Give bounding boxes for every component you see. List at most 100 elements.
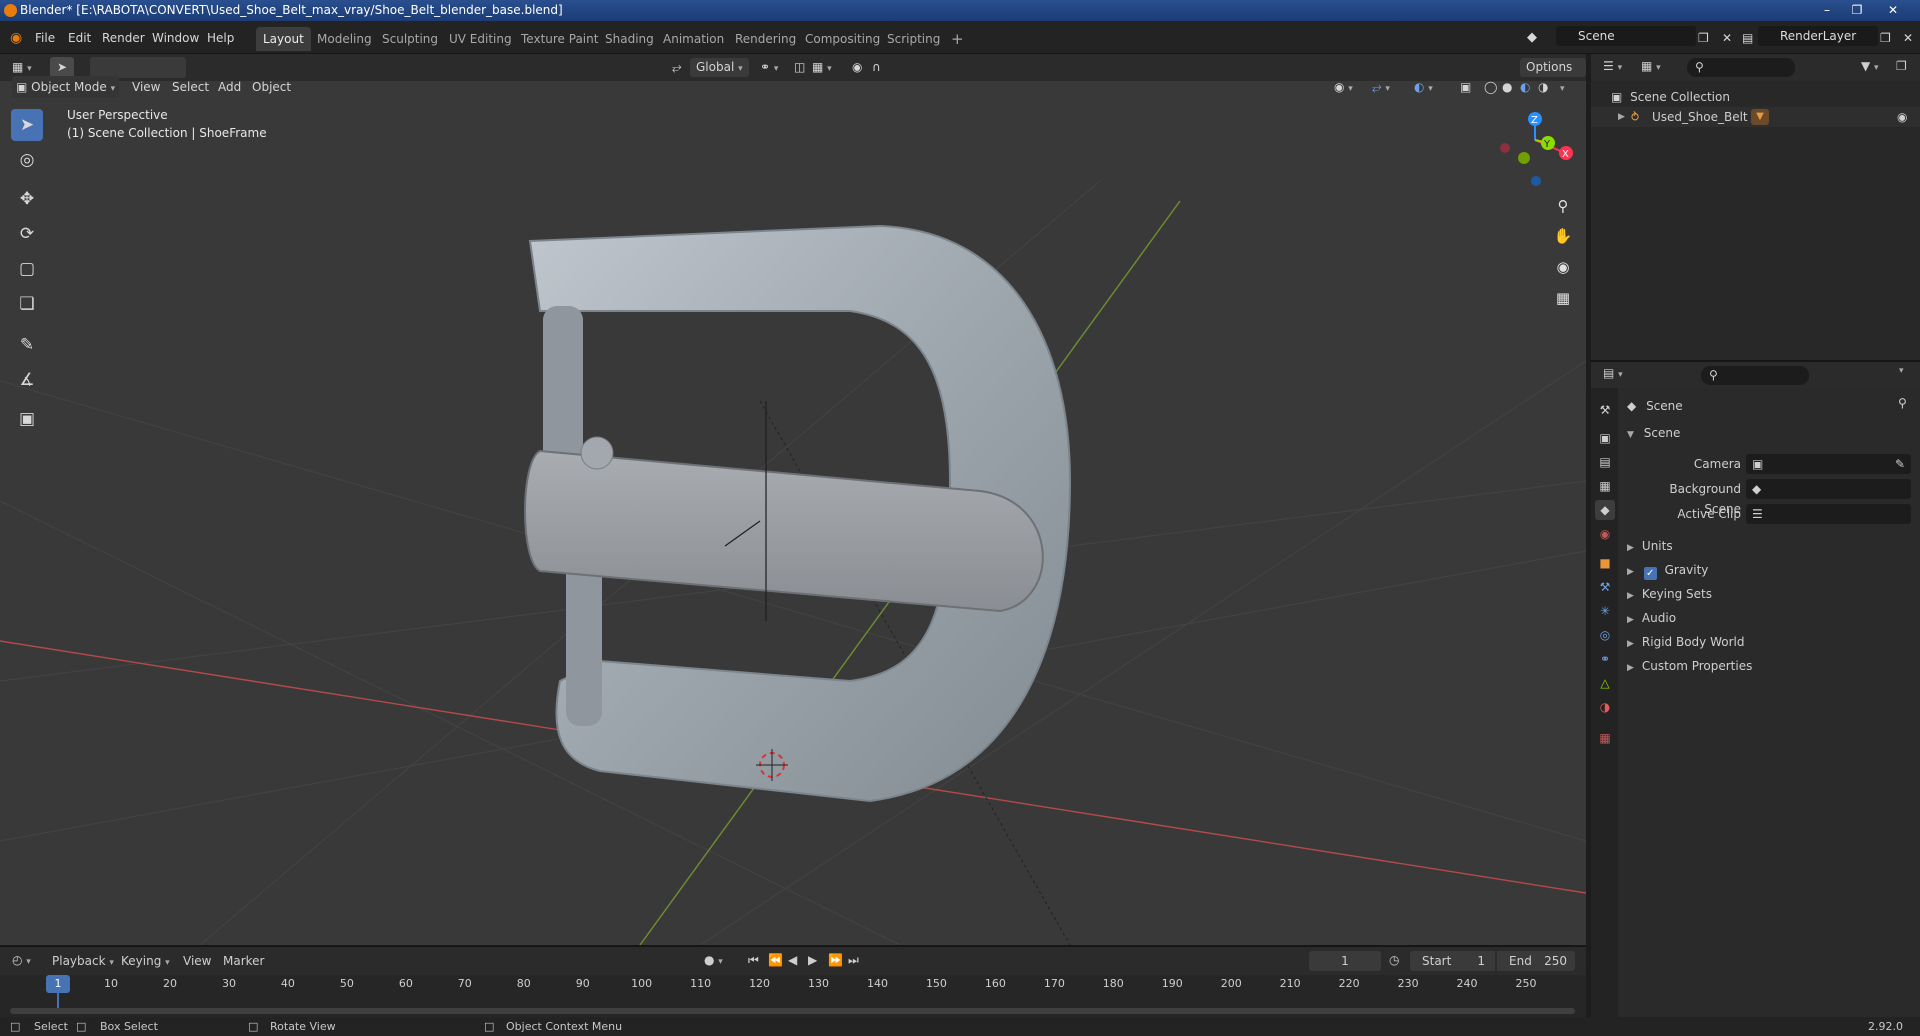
menu-help[interactable]: Help: [207, 26, 234, 50]
view-layer-icon[interactable]: ▤: [1742, 26, 1753, 50]
rotate-tool-icon[interactable]: ⟳: [11, 218, 43, 250]
belt-buckle-model[interactable]: [524, 224, 1072, 803]
play-reverse-icon[interactable]: ◀: [788, 953, 797, 967]
outliner-search-input[interactable]: ⚲: [1687, 58, 1795, 77]
particles-tab-icon[interactable]: ✳: [1595, 601, 1615, 621]
timeline-ruler[interactable]: 1 10 20 30 40 50 60 70 80 90 100 110 120 130 140 150 160…: [0, 975, 1586, 1017]
physics-tab-icon[interactable]: ◎: [1595, 625, 1615, 645]
new-scene-icon[interactable]: ❐: [1698, 26, 1709, 50]
add-cube-tool-icon[interactable]: ▣: [11, 403, 43, 435]
menu-render[interactable]: Render: [102, 26, 145, 50]
keying-sets-panel[interactable]: ▶ Keying Sets: [1627, 584, 1712, 604]
navigation-gizmo[interactable]: Z X Y: [1500, 112, 1573, 186]
scene-selector[interactable]: Scene: [1556, 26, 1696, 46]
tab-rendering[interactable]: Rendering: [728, 27, 803, 51]
tab-compositing[interactable]: Compositing: [798, 27, 887, 51]
ortho-toggle-icon[interactable]: ▦: [1550, 285, 1576, 311]
menu-keying[interactable]: Keying ▾: [121, 954, 170, 968]
render-tab-icon[interactable]: ▣: [1595, 428, 1615, 448]
custom-properties-panel[interactable]: ▶ Custom Properties: [1627, 656, 1752, 676]
annotate-tool-icon[interactable]: ✎: [11, 329, 43, 361]
properties-editor-icon[interactable]: ▤ ▾: [1603, 366, 1623, 380]
scene-browse-icon[interactable]: ◆: [1527, 26, 1537, 50]
tool-tab-icon[interactable]: ⚒: [1595, 400, 1615, 420]
start-frame-field[interactable]: Start 1: [1410, 951, 1495, 971]
pin-icon[interactable]: ⚲: [1898, 396, 1907, 410]
menu-add[interactable]: Add: [218, 74, 241, 101]
gravity-checkbox[interactable]: ✓: [1643, 567, 1657, 580]
menu-select[interactable]: Select: [172, 74, 209, 101]
new-layer-icon[interactable]: ❐: [1880, 26, 1891, 50]
scene-panel-header[interactable]: ▼ Scene: [1627, 423, 1680, 443]
next-keyframe-icon[interactable]: ⏩: [828, 953, 843, 967]
cursor-tool-icon[interactable]: ◎: [11, 144, 43, 176]
tab-shading[interactable]: Shading: [598, 27, 661, 51]
menu-window[interactable]: Window: [152, 26, 199, 50]
jump-end-icon[interactable]: ⏭: [848, 953, 859, 968]
audio-panel[interactable]: ▶ Audio: [1627, 608, 1676, 628]
material-tab-icon[interactable]: ◑: [1595, 697, 1615, 717]
modifiers-tab-icon[interactable]: ⚒: [1595, 577, 1615, 597]
material-shading-icon[interactable]: ◐: [1520, 74, 1530, 101]
gravity-panel[interactable]: ▶ ✓ Gravity: [1627, 560, 1708, 580]
overlays-icon[interactable]: ◐ ▾: [1414, 74, 1433, 101]
texture-tab-icon[interactable]: ▦: [1595, 728, 1615, 748]
eyedropper-icon[interactable]: ✎: [1895, 454, 1905, 474]
render-layer-selector[interactable]: RenderLayer: [1758, 26, 1878, 46]
tab-modeling[interactable]: Modeling: [310, 27, 379, 51]
3d-viewport[interactable]: Z X Y ➤ ◎ ✥ ⟳ ▢ ❏ ✎ ∡ ▣ User Perspective…: [0, 81, 1586, 945]
menu-playback[interactable]: Playback ▾: [52, 954, 114, 968]
menu-edit[interactable]: Edit: [68, 26, 91, 50]
data-tab-icon[interactable]: △: [1595, 673, 1615, 693]
end-frame-field[interactable]: End 250: [1497, 951, 1575, 971]
gizmo-toggle-icon[interactable]: ⥂ ▾: [1372, 74, 1390, 101]
scale-tool-icon[interactable]: ▢: [11, 253, 43, 285]
filter-icon[interactable]: ▼ ▾: [1861, 59, 1879, 73]
tab-uv-editing[interactable]: UV Editing: [442, 27, 519, 51]
properties-search-input[interactable]: ⚲: [1701, 366, 1809, 385]
tab-sculpting[interactable]: Sculpting: [375, 27, 445, 51]
move-tool-icon[interactable]: ✥: [11, 183, 43, 215]
units-panel[interactable]: ▶ Units: [1627, 536, 1673, 556]
visibility-eye-icon[interactable]: ◉: [1897, 107, 1907, 127]
outliner-row-used-shoe-belt[interactable]: ▶ ⥁ Used_Shoe_Belt ▼ ◉: [1591, 107, 1920, 127]
object-tab-icon[interactable]: ■: [1595, 553, 1615, 573]
constraints-tab-icon[interactable]: ⚭: [1595, 649, 1615, 669]
play-icon[interactable]: ▶: [808, 953, 817, 967]
display-mode-icon[interactable]: ▦ ▾: [1641, 59, 1661, 73]
view-layer-tab-icon[interactable]: ▦: [1595, 476, 1615, 496]
visibility-icon[interactable]: ◉ ▾: [1334, 74, 1353, 101]
minimize-icon[interactable]: –: [1814, 0, 1840, 21]
rendered-shading-icon[interactable]: ◑: [1538, 74, 1548, 101]
restore-icon[interactable]: ❐: [1844, 0, 1870, 21]
menu-timeline-view[interactable]: View: [183, 954, 211, 968]
prev-keyframe-icon[interactable]: ⏪: [768, 953, 783, 967]
delete-layer-icon[interactable]: ✕: [1903, 26, 1913, 50]
tab-texture-paint[interactable]: Texture Paint: [514, 27, 605, 51]
menu-object[interactable]: Object: [252, 74, 291, 101]
world-tab-icon[interactable]: ◉: [1595, 524, 1615, 544]
properties-options-icon[interactable]: ▾: [1899, 366, 1904, 376]
background-scene-field[interactable]: ◆: [1746, 479, 1911, 499]
jump-start-icon[interactable]: ⏮: [748, 953, 759, 968]
output-tab-icon[interactable]: ▤: [1595, 452, 1615, 472]
object-mode-dropdown[interactable]: ▣ Object Mode ▾: [12, 76, 120, 98]
shading-options-icon[interactable]: ▾: [1560, 74, 1565, 101]
menu-file[interactable]: File: [35, 26, 55, 50]
current-frame-field[interactable]: 1: [1309, 951, 1381, 971]
rigid-body-world-panel[interactable]: ▶ Rigid Body World: [1627, 632, 1744, 652]
zoom-icon[interactable]: ⚲: [1550, 193, 1576, 219]
outliner-editor-icon[interactable]: ☰ ▾: [1603, 59, 1622, 73]
transform-tool-icon[interactable]: ❏: [11, 288, 43, 320]
timeline-editor-icon[interactable]: ◴ ▾: [12, 953, 31, 967]
close-icon[interactable]: ✕: [1880, 0, 1906, 21]
active-clip-field[interactable]: ☰: [1746, 504, 1911, 524]
xray-icon[interactable]: ▣: [1460, 74, 1471, 101]
measure-tool-icon[interactable]: ∡: [11, 364, 43, 396]
preview-range-icon[interactable]: ◷: [1389, 953, 1399, 967]
menu-marker[interactable]: Marker: [223, 954, 264, 968]
new-collection-icon[interactable]: ❐: [1896, 59, 1907, 73]
tab-scripting[interactable]: Scripting: [880, 27, 947, 51]
camera-field[interactable]: ▣ ✎: [1746, 454, 1911, 474]
select-box-tool-icon[interactable]: ➤: [11, 109, 43, 141]
